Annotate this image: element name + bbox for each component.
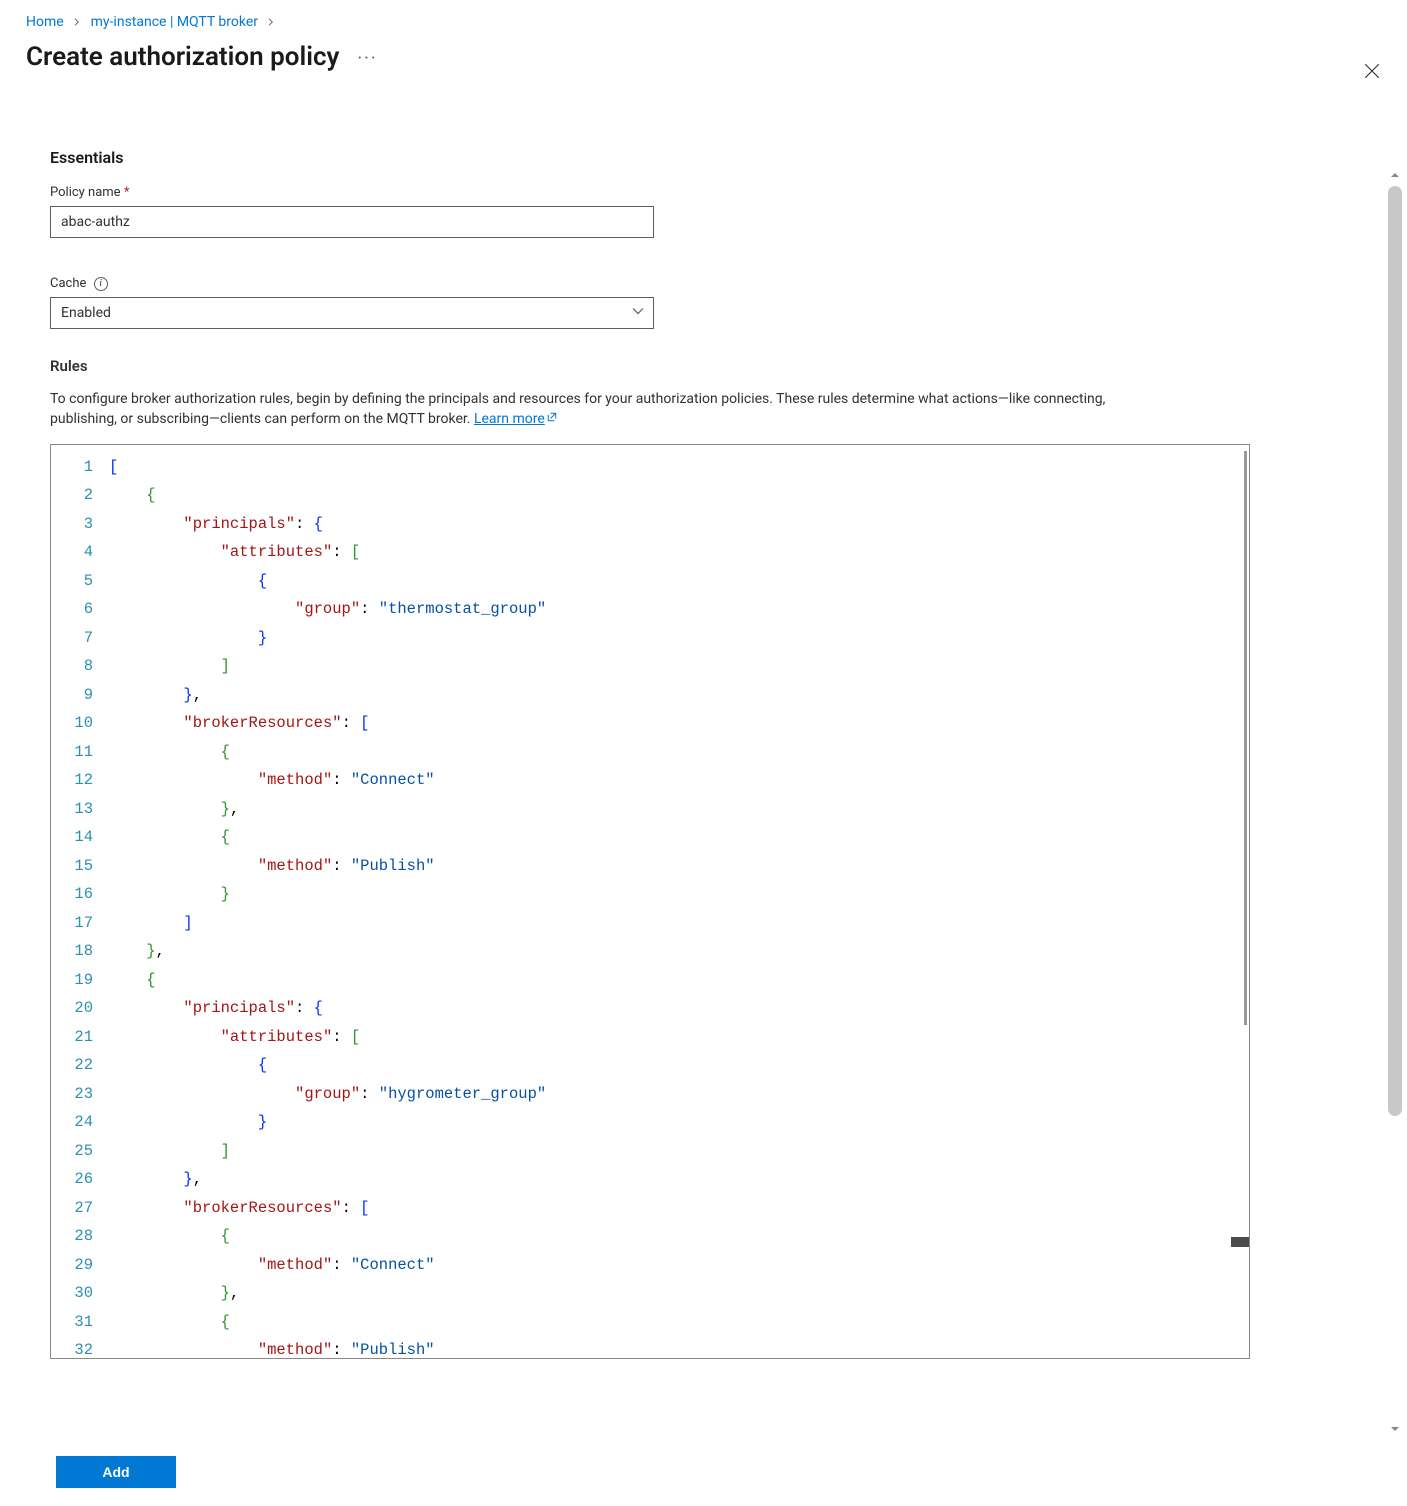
required-asterisk: * <box>124 185 130 200</box>
editor-minimap[interactable] <box>1244 451 1247 1025</box>
form-inner: Essentials Policy name * Cache i Enabled… <box>0 120 1407 1440</box>
cache-label-text: Cache <box>50 276 86 291</box>
editor-minimap-handle[interactable] <box>1231 1237 1249 1247</box>
scrollbar-thumb[interactable] <box>1388 186 1402 1116</box>
close-button[interactable] <box>1363 62 1381 84</box>
external-link-icon <box>546 409 558 429</box>
breadcrumb-home[interactable]: Home <box>26 14 64 30</box>
footer: Add <box>56 1456 176 1488</box>
essentials-heading: Essentials <box>50 148 1357 167</box>
form-scroll-area: Essentials Policy name * Cache i Enabled… <box>0 120 1407 1440</box>
breadcrumb-instance[interactable]: my-instance | MQTT broker <box>91 14 258 30</box>
editor-code[interactable]: [ { "principals": { "attributes": [ { "g… <box>109 445 1235 1358</box>
cache-select[interactable]: Enabled <box>50 297 654 329</box>
policy-name-label: Policy name * <box>50 185 1357 200</box>
cache-select-wrap: Enabled <box>50 297 654 329</box>
policy-name-label-text: Policy name <box>50 185 121 200</box>
title-bar: Create authorization policy ··· <box>0 36 1407 88</box>
editor-gutter: 1234567891011121314151617181920212223242… <box>51 445 109 1358</box>
policy-name-input[interactable] <box>50 206 654 238</box>
vertical-scrollbar[interactable] <box>1385 170 1404 1440</box>
rules-description-text: To configure broker authorization rules,… <box>50 391 1105 427</box>
more-button[interactable]: ··· <box>357 48 377 69</box>
chevron-right-icon <box>73 16 81 29</box>
rules-description: To configure broker authorization rules,… <box>50 389 1170 430</box>
breadcrumb: Home my-instance | MQTT broker <box>0 0 1407 36</box>
page-title: Create authorization policy <box>26 42 339 72</box>
close-icon <box>1363 62 1381 80</box>
scroll-down-icon[interactable] <box>1385 1424 1404 1440</box>
rules-heading: Rules <box>50 357 1357 375</box>
info-icon[interactable]: i <box>94 277 108 291</box>
learn-more-link[interactable]: Learn more <box>474 411 558 427</box>
cache-label: Cache i <box>50 276 1357 291</box>
page-root: Home my-instance | MQTT broker Create au… <box>0 0 1407 1506</box>
add-button[interactable]: Add <box>56 1456 176 1488</box>
scroll-up-icon[interactable] <box>1385 170 1404 186</box>
chevron-right-icon <box>267 16 275 29</box>
rules-json-editor[interactable]: 1234567891011121314151617181920212223242… <box>50 444 1250 1359</box>
